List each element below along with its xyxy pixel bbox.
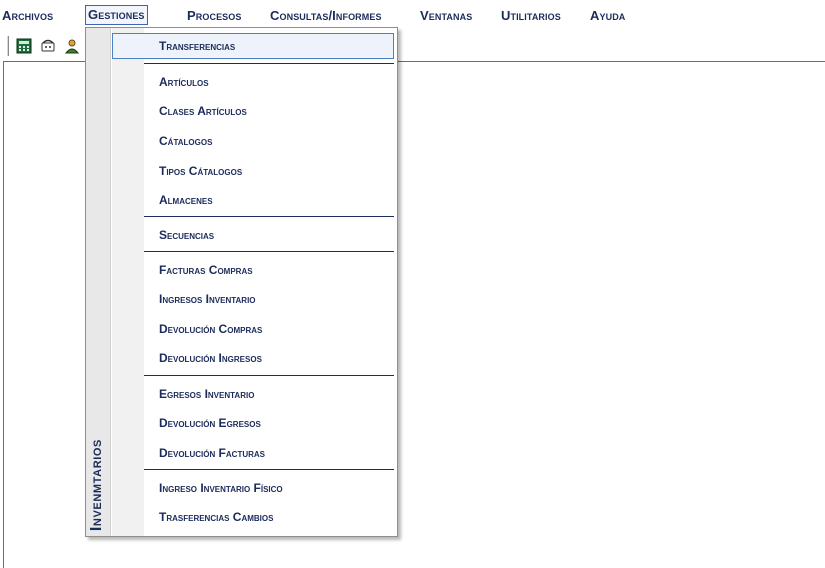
calculator-button[interactable] [14,36,34,56]
calculator-icon [16,38,32,54]
person-icon [64,39,80,54]
menu-item-egresos-inventario[interactable]: Egresos Inventario [112,381,394,407]
menu-separator [144,216,394,217]
menu-ventanas[interactable]: Ventanas [418,6,474,26]
menu-item-ingreso-inventario-fisico[interactable]: Ingreso Inventario Físico [112,475,394,501]
menu-archivos[interactable]: Archivos [0,6,55,26]
menu-item-facturas-compras[interactable]: Facturas Compras [112,257,394,283]
menu-item-devolucion-compras[interactable]: Devolución Compras [112,316,394,342]
menu-item-transferencias[interactable]: Transferencias [112,33,394,59]
menu-item-devolucion-ingresos[interactable]: Devolución Ingresos [112,345,394,371]
menu-side-band: Invenmtarios [86,28,111,536]
menu-separator [144,251,394,252]
menu-item-almacenes[interactable]: Almacenes [112,187,394,213]
gestiones-dropdown-menu: Invenmtarios Transferencias Artículos Cl… [85,27,398,537]
toolbar-grip[interactable] [6,36,9,56]
menu-item-articulos[interactable]: Artículos [112,69,394,95]
person-button[interactable] [62,36,82,56]
menu-consultas-informes[interactable]: Consultas/Informes [268,6,384,26]
menu-item-trasferencias-cambios[interactable]: Trasferencias Cambios [112,504,394,530]
menu-item-ingresos-inventario[interactable]: Ingresos Inventario [112,286,394,312]
phone-button[interactable] [38,36,58,56]
menu-item-clases-articulos[interactable]: Clases Artículos [112,98,394,124]
menu-separator [144,469,394,470]
menu-item-devolucion-facturas[interactable]: Devolución Facturas [112,440,394,466]
menu-item-tipos-catalogos[interactable]: Tipos Cátalogos [112,158,394,184]
menu-item-secuencias[interactable]: Secuencias [112,222,394,248]
menu-ayuda[interactable]: Ayuda [588,6,627,26]
menu-item-devolucion-egresos[interactable]: Devolución Egresos [112,410,394,436]
menu-separator [144,375,394,376]
menu-item-catalogos[interactable]: Cátalogos [112,128,394,154]
menu-gestiones[interactable]: Gestiones [85,5,148,25]
menu-separator [144,63,394,64]
phone-icon [41,39,55,52]
menu-procesos[interactable]: Procesos [185,6,243,26]
menu-utilitarios[interactable]: Utilitarios [499,6,563,26]
side-band-title: Invenmtarios [88,438,105,531]
